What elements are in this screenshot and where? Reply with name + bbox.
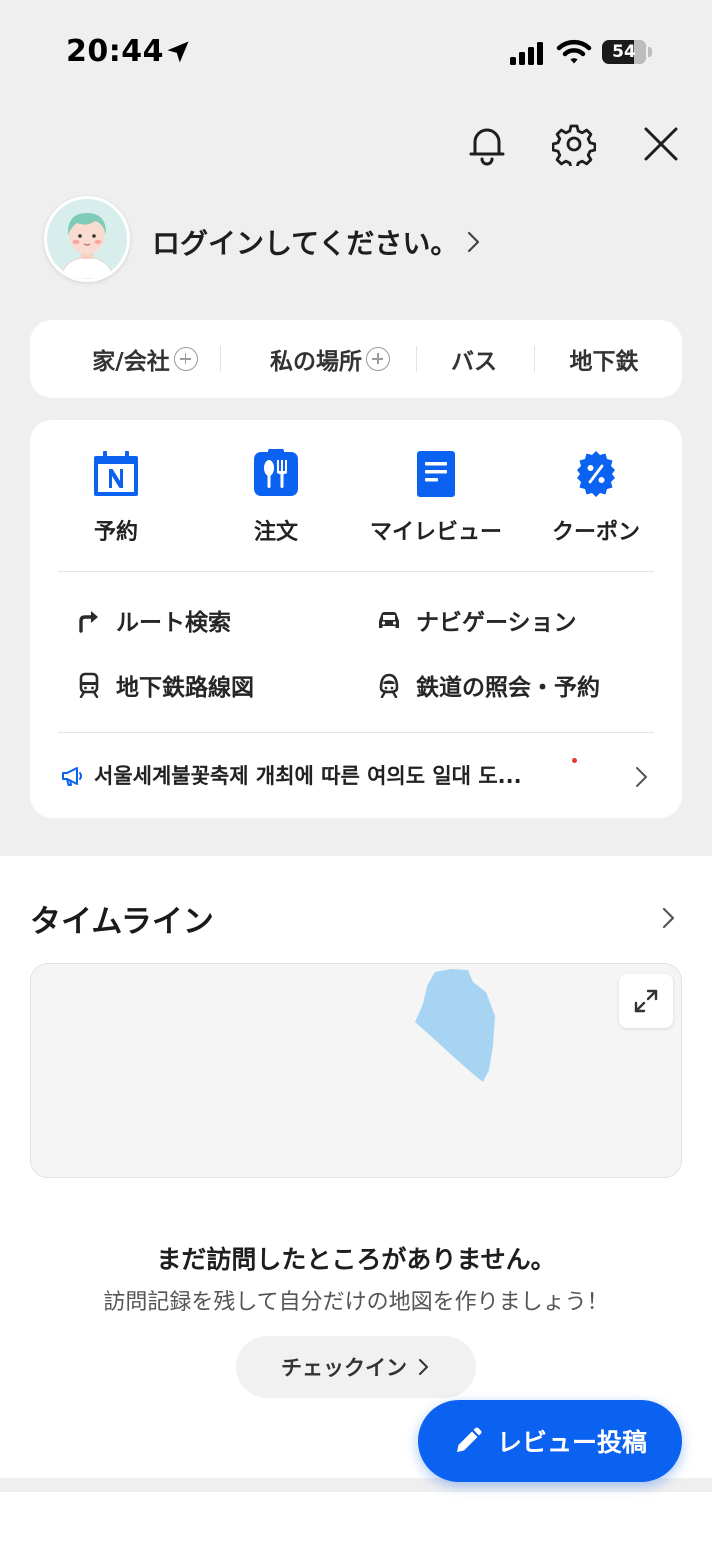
status-bar: 20:44 54: [0, 0, 712, 100]
service-label: 予約: [93, 520, 138, 545]
chevron-right-icon: [419, 1359, 428, 1375]
checkin-label: チェックイン: [281, 1356, 407, 1380]
service-label: クーポン: [551, 520, 640, 545]
service-my-reviews[interactable]: マイレビュー: [356, 448, 516, 548]
service-label: 注文: [253, 520, 298, 545]
wifi-icon: [556, 39, 592, 64]
subway-icon: [79, 672, 99, 698]
notice-text: 서울세계불꽃축제 개최에 따른 여의도 일대 도...: [94, 764, 522, 788]
login-prompt: ログインしてください。: [152, 227, 459, 260]
battery-indicator: 54: [602, 40, 646, 64]
link-label: ルート検索: [116, 610, 231, 636]
empty-state-title: まだ訪問したところがありません。: [156, 1245, 556, 1274]
place-home-work[interactable]: 家/会社: [60, 320, 230, 398]
link-railway-booking[interactable]: 鉄道の照会・予約: [376, 665, 600, 705]
place-label: 地下鉄: [569, 349, 639, 375]
cellular-signal-icon: [510, 42, 543, 65]
chevron-right-icon[interactable]: [660, 904, 678, 932]
link-label: 鉄道の照会・予約: [416, 675, 600, 701]
close-icon[interactable]: [639, 122, 683, 166]
pencil-icon: [456, 1427, 482, 1452]
status-time: 20:44: [66, 34, 164, 69]
battery-nub: [648, 47, 652, 57]
add-circle-icon: [366, 347, 390, 371]
divider: [416, 346, 417, 372]
link-label: 地下鉄路線図: [116, 675, 254, 701]
megaphone-icon: [62, 767, 82, 786]
link-label: ナビゲーション: [416, 610, 577, 636]
place-subway[interactable]: 地下鉄: [542, 320, 666, 398]
percent-badge-icon: [577, 451, 615, 497]
turn-right-arrow-icon: [79, 611, 98, 633]
timeline-title: タイムライン: [30, 904, 214, 940]
service-label: マイレビュー: [369, 520, 502, 545]
calendar-n-icon: [94, 451, 138, 496]
new-badge-dot: [572, 758, 577, 763]
chevron-right-icon: [636, 767, 647, 787]
bell-icon[interactable]: [465, 122, 509, 166]
notice-banner[interactable]: 서울세계불꽃축제 개최에 따른 여의도 일대 도...: [30, 746, 654, 806]
service-reservation[interactable]: 予約: [36, 448, 196, 548]
gear-icon[interactable]: [552, 122, 596, 166]
expand-map-button[interactable]: [619, 974, 673, 1028]
chevron-right-icon: [468, 231, 480, 253]
cutlery-icon: [254, 449, 298, 496]
place-label: バス: [451, 349, 497, 375]
train-icon: [379, 673, 399, 698]
divider: [58, 732, 654, 733]
avatar[interactable]: [44, 196, 130, 282]
divider: [534, 346, 535, 372]
link-subway-map[interactable]: 地下鉄路線図: [76, 665, 254, 705]
timeline-map[interactable]: [30, 963, 682, 1178]
place-bus[interactable]: バス: [422, 320, 526, 398]
map-region-shape: [415, 969, 495, 1082]
service-coupon[interactable]: クーポン: [516, 448, 676, 548]
login-link[interactable]: ログインしてください。: [152, 220, 484, 264]
car-icon: [379, 612, 399, 628]
expand-icon: [634, 989, 658, 1013]
divider: [220, 346, 221, 372]
avatar-illustration: [47, 199, 127, 279]
place-my-places[interactable]: 私の場所: [245, 320, 415, 398]
battery-level: 54: [612, 42, 636, 62]
post-review-button[interactable]: レビュー投稿: [418, 1400, 682, 1482]
service-order[interactable]: 注文: [196, 448, 356, 548]
empty-state-subtitle: 訪問記録を残して自分だけの地図を作りましょう！: [103, 1290, 609, 1315]
document-icon: [417, 451, 455, 497]
place-label: 私の場所: [270, 349, 362, 375]
checkin-button[interactable]: チェックイン: [236, 1336, 476, 1398]
divider: [58, 571, 654, 572]
quick-places-card: 家/会社 私の場所 バス 地下鉄: [30, 320, 682, 398]
link-navigation[interactable]: ナビゲーション: [376, 600, 577, 640]
link-route-search[interactable]: ルート検索: [76, 600, 231, 640]
post-review-label: レビュー投稿: [496, 1428, 647, 1457]
add-circle-icon: [173, 347, 198, 371]
location-arrow-icon: [167, 41, 189, 63]
place-label: 家/会社: [92, 349, 170, 375]
